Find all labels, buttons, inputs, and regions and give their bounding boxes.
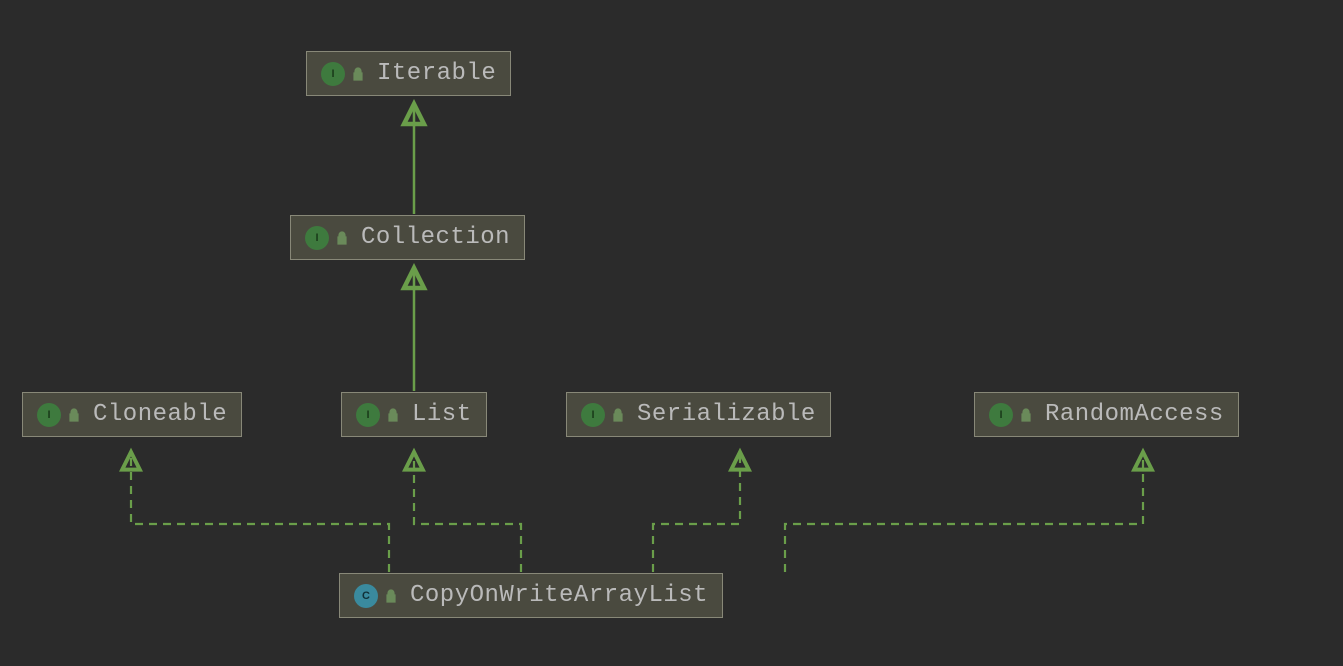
node-label: RandomAccess (1045, 401, 1224, 428)
interface-icon: I (989, 403, 1013, 427)
node-label: List (412, 401, 472, 428)
lock-icon (384, 589, 398, 603)
class-icon: C (354, 584, 378, 608)
interface-icon: I (321, 62, 345, 86)
node-randomaccess[interactable]: I RandomAccess (974, 392, 1239, 437)
node-label: Collection (361, 224, 510, 251)
node-list[interactable]: I List (341, 392, 487, 437)
interface-icon: I (581, 403, 605, 427)
node-iterable[interactable]: I Iterable (306, 51, 511, 96)
node-label: Cloneable (93, 401, 227, 428)
node-label: Serializable (637, 401, 816, 428)
connector-lines (0, 0, 1343, 666)
node-cloneable[interactable]: I Cloneable (22, 392, 242, 437)
interface-icon: I (305, 226, 329, 250)
lock-icon (351, 67, 365, 81)
lock-icon (335, 231, 349, 245)
node-collection[interactable]: I Collection (290, 215, 525, 260)
node-label: Iterable (377, 60, 496, 87)
node-copyonwritearraylist[interactable]: C CopyOnWriteArrayList (339, 573, 723, 618)
node-serializable[interactable]: I Serializable (566, 392, 831, 437)
lock-icon (1019, 408, 1033, 422)
lock-icon (386, 408, 400, 422)
lock-icon (67, 408, 81, 422)
lock-icon (611, 408, 625, 422)
node-label: CopyOnWriteArrayList (410, 582, 708, 609)
interface-icon: I (37, 403, 61, 427)
interface-icon: I (356, 403, 380, 427)
